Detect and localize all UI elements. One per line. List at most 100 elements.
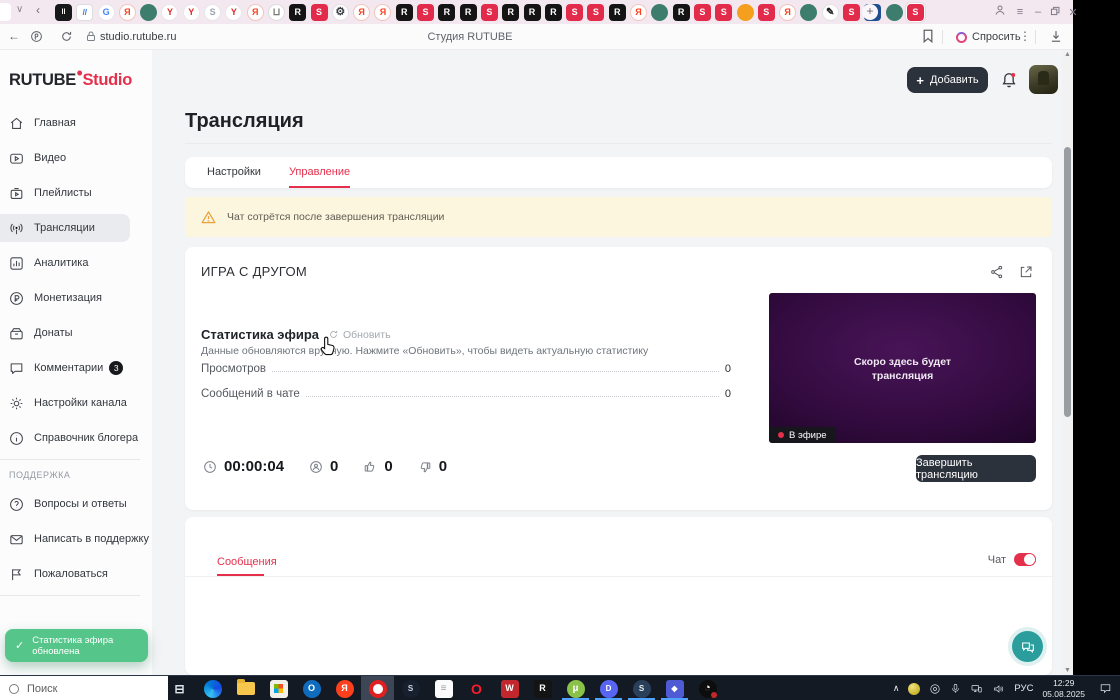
scrollbar-thumb[interactable] bbox=[1064, 147, 1071, 417]
tab-favicon[interactable]: S bbox=[693, 3, 712, 22]
extension-icon[interactable] bbox=[30, 30, 43, 46]
tab-favicon[interactable]: Y bbox=[224, 3, 243, 22]
tab-favicon[interactable]: Y bbox=[182, 3, 201, 22]
tab-favicon[interactable] bbox=[139, 3, 158, 22]
taskbar-app-blue-app[interactable]: ◆ bbox=[658, 676, 691, 700]
downloads-icon[interactable] bbox=[1050, 30, 1062, 46]
notifications-bell-icon[interactable] bbox=[999, 70, 1019, 90]
new-tab-button[interactable]: + bbox=[862, 4, 878, 20]
tab-favicon[interactable]: Я bbox=[246, 3, 265, 22]
tab-favicon[interactable]: S bbox=[842, 3, 861, 22]
tab-favicon[interactable]: S bbox=[714, 3, 733, 22]
tab-favicon[interactable]: Я bbox=[118, 3, 137, 22]
tab-favicon[interactable]: // bbox=[75, 3, 94, 22]
taskbar-app-r-app[interactable]: R bbox=[526, 676, 559, 700]
lock-icon[interactable] bbox=[86, 31, 96, 45]
taskbar-app-task-view[interactable]: ⊟ bbox=[163, 676, 196, 700]
refresh-stats-link[interactable]: Обновить bbox=[328, 329, 391, 341]
user-avatar[interactable] bbox=[1029, 65, 1058, 94]
external-link-icon[interactable] bbox=[1018, 264, 1034, 280]
close-button[interactable]: ✕ bbox=[1064, 6, 1082, 19]
sidebar-item-gear[interactable]: Настройки канала bbox=[0, 389, 130, 417]
sidebar-item-wallet[interactable]: Донаты bbox=[0, 319, 130, 347]
sidebar-item-broadcast[interactable]: Трансляции bbox=[0, 214, 130, 242]
taskbar-app-discord[interactable]: D bbox=[592, 676, 625, 700]
menu-icon[interactable]: ≡ bbox=[1010, 6, 1030, 18]
sidebar-item-ruble[interactable]: Монетизация bbox=[0, 284, 130, 312]
taskbar-app-opera[interactable]: O bbox=[460, 676, 493, 700]
tab-favicon[interactable]: R bbox=[608, 3, 627, 22]
tab-favicon[interactable]: S bbox=[310, 3, 329, 22]
sidebar-item-comment[interactable]: Комментарии 3 bbox=[0, 354, 130, 382]
tab-settings[interactable]: Настройки bbox=[207, 166, 261, 188]
tab-favicon[interactable]: R bbox=[523, 3, 542, 22]
browser-tray-icon[interactable] bbox=[929, 683, 941, 695]
tab-favicon[interactable]: Y bbox=[160, 3, 179, 22]
scrollbar-down-arrow[interactable]: ▼ bbox=[1062, 667, 1073, 674]
restore-button[interactable] bbox=[1046, 3, 1064, 21]
tab-favicon[interactable]: G bbox=[97, 3, 116, 22]
language-indicator[interactable]: РУС bbox=[1014, 683, 1033, 694]
taskbar-search[interactable]: Поиск bbox=[0, 676, 168, 700]
tab-favicon[interactable]: ✎ bbox=[821, 3, 840, 22]
tab-favicon[interactable]: Я bbox=[629, 3, 648, 22]
tab-favicon[interactable]: R bbox=[288, 3, 307, 22]
tab-favicon[interactable]: ⚙ bbox=[331, 3, 350, 22]
share-icon[interactable] bbox=[989, 264, 1005, 280]
tab-favicon[interactable]: S bbox=[757, 3, 776, 22]
tab-favicon[interactable]: R bbox=[544, 3, 563, 22]
taskbar-app-yandex-app[interactable]: Я bbox=[328, 676, 361, 700]
taskbar-app-steam[interactable]: S bbox=[394, 676, 427, 700]
back-icon[interactable]: ← bbox=[8, 29, 20, 43]
sidebar-item-info[interactable]: Справочник блогера bbox=[0, 424, 138, 452]
sidebar-item-flag[interactable]: Пожаловаться bbox=[0, 560, 130, 588]
url-text[interactable]: studio.rutube.ru bbox=[100, 31, 176, 43]
taskbar-app-obs[interactable]: ◔ bbox=[691, 676, 724, 700]
tab-favicon[interactable]: Я bbox=[373, 3, 392, 22]
chevron-down-icon[interactable]: ∨ bbox=[16, 4, 23, 15]
action-center-icon[interactable] bbox=[1099, 682, 1112, 695]
sidebar-item-playlist[interactable]: Плейлисты bbox=[0, 179, 130, 207]
taskbar-app-store[interactable] bbox=[262, 676, 295, 700]
sidebar-item-question[interactable]: Вопросы и ответы bbox=[0, 490, 130, 518]
speaker-icon[interactable] bbox=[992, 683, 1005, 695]
taskbar-app-notepad[interactable]: ≡ bbox=[427, 676, 460, 700]
support-chat-fab[interactable] bbox=[1012, 631, 1043, 662]
tab-favicon[interactable] bbox=[885, 3, 904, 22]
tab-favicon[interactable]: S bbox=[416, 3, 435, 22]
add-button[interactable]: + Добавить bbox=[907, 67, 988, 93]
tab-favicon[interactable]: Я bbox=[778, 3, 797, 22]
more-options-icon[interactable]: ⋮ bbox=[1019, 29, 1031, 43]
tab-favicon[interactable] bbox=[799, 3, 818, 22]
tab-favicon[interactable]: ll bbox=[54, 3, 73, 22]
tab-favicon[interactable] bbox=[736, 3, 755, 22]
tab-favicon[interactable]: R bbox=[395, 3, 414, 22]
coin-tray-icon[interactable] bbox=[908, 682, 921, 695]
rutube-studio-logo[interactable]: RUTUBE•Studio bbox=[9, 64, 132, 90]
stream-preview-player[interactable]: Скоро здесь будет трансляция В эфире bbox=[769, 293, 1036, 443]
tab-messages[interactable]: Сообщения bbox=[217, 556, 277, 568]
hidden-icons-chevron[interactable]: ∧ bbox=[893, 683, 900, 694]
sidebar-item-home[interactable]: Главная bbox=[0, 109, 130, 137]
bookmark-icon[interactable] bbox=[922, 29, 934, 46]
taskbar-app-word-red-app[interactable]: W bbox=[493, 676, 526, 700]
profile-icon[interactable] bbox=[990, 3, 1010, 21]
scroll-tabs-left-icon[interactable]: ‹ bbox=[36, 3, 40, 17]
taskbar-app-yandex-browser[interactable] bbox=[361, 676, 394, 700]
taskbar-app-steam-2[interactable]: S bbox=[625, 676, 658, 700]
taskbar-app-edge[interactable] bbox=[196, 676, 229, 700]
chat-toggle[interactable] bbox=[1014, 553, 1036, 566]
tab-favicon[interactable]: Я bbox=[352, 3, 371, 22]
tab-favicon[interactable]: S bbox=[586, 3, 605, 22]
tab-favicon[interactable]: ⊔ bbox=[267, 3, 286, 22]
minimize-button[interactable]: – bbox=[1030, 6, 1046, 18]
tab-favicon[interactable]: R bbox=[437, 3, 456, 22]
tab-favicon[interactable]: S bbox=[905, 3, 925, 22]
tab-management[interactable]: Управление bbox=[288, 166, 351, 188]
taskbar-app-file-explorer[interactable] bbox=[229, 676, 262, 700]
tab-favicon[interactable]: S bbox=[480, 3, 499, 22]
sidebar-item-video[interactable]: Видео bbox=[0, 144, 130, 172]
network-icon[interactable] bbox=[970, 683, 983, 695]
tab-favicon[interactable]: R bbox=[501, 3, 520, 22]
taskbar-app-outlook[interactable]: O bbox=[295, 676, 328, 700]
